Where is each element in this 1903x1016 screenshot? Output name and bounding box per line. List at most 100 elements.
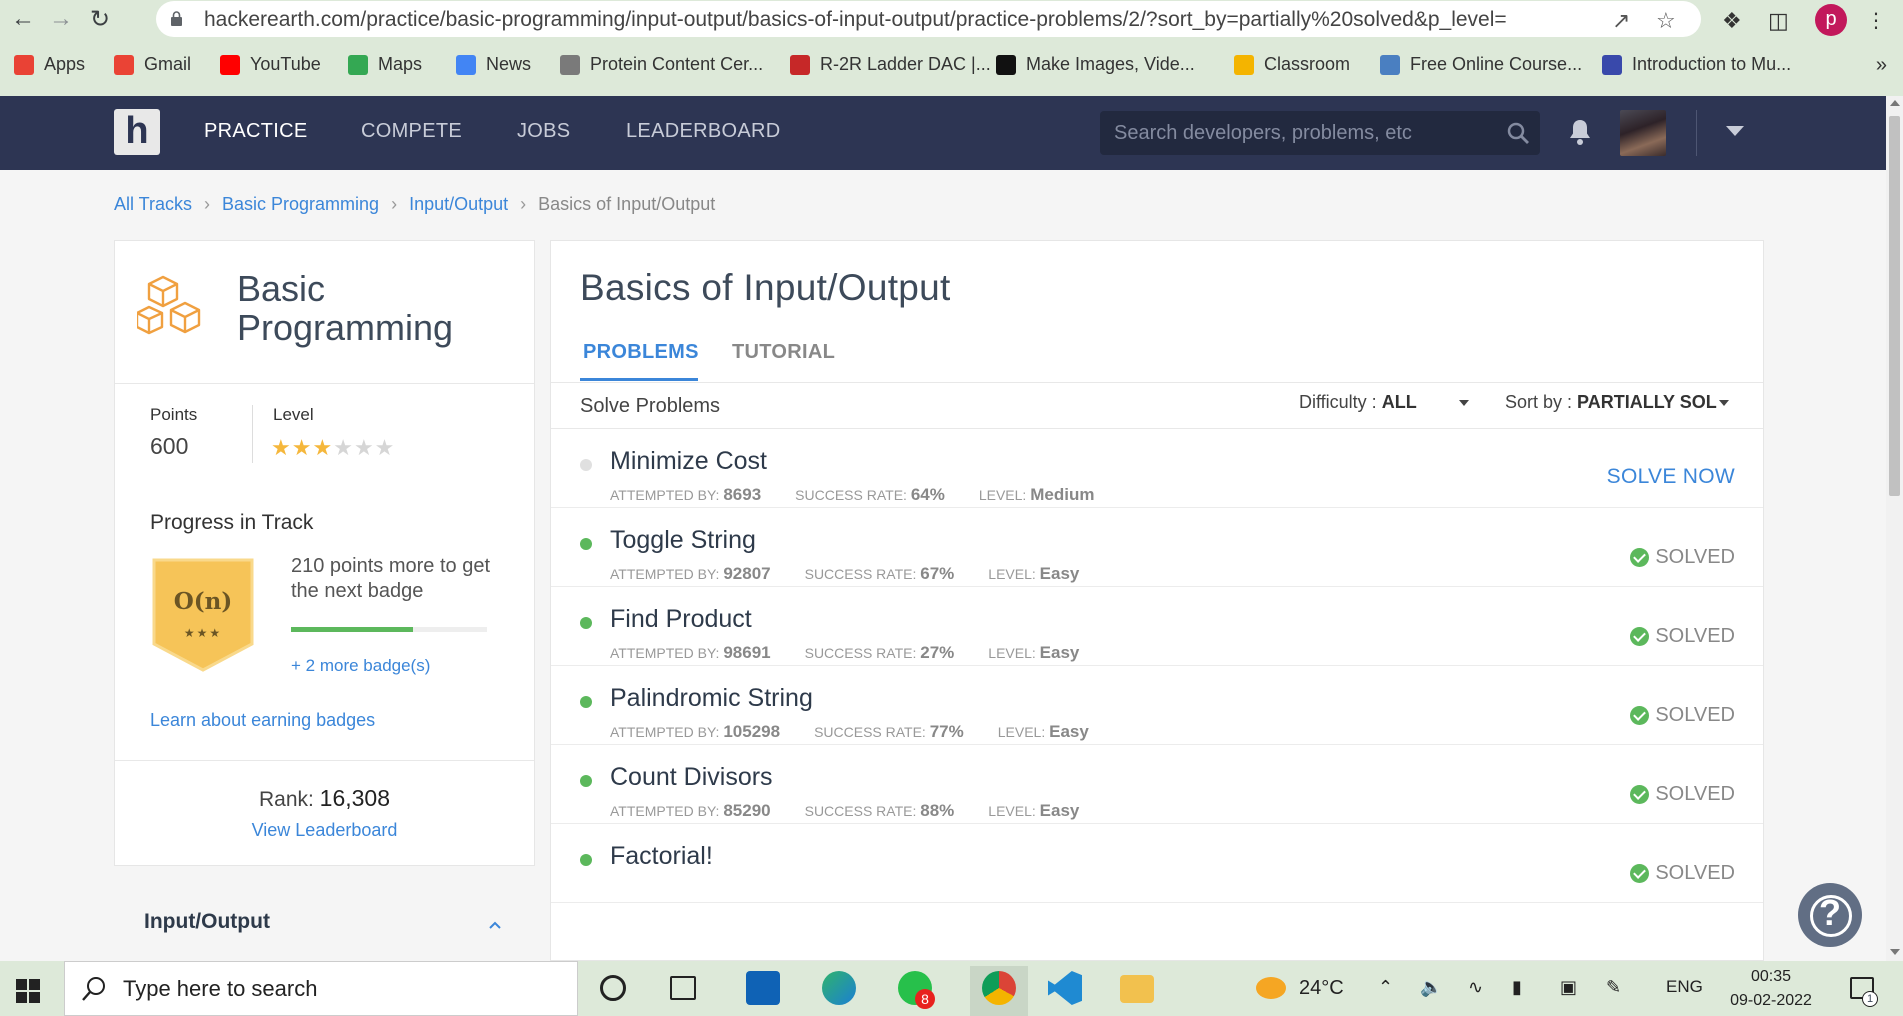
bookmark-label: Classroom xyxy=(1264,54,1351,74)
difficulty-filter[interactable]: Difficulty : ALL xyxy=(1299,392,1469,413)
search-icon[interactable] xyxy=(1506,121,1530,145)
help-button[interactable]: ? xyxy=(1798,883,1862,947)
scroll-up-arrow-icon[interactable] xyxy=(1890,100,1900,106)
nav-compete[interactable]: COMPETE xyxy=(361,120,462,143)
nav-practice[interactable]: PRACTICE xyxy=(204,120,308,143)
pen-icon[interactable]: ✎ xyxy=(1606,977,1621,998)
attempted-value: 8693 xyxy=(723,485,762,504)
sort-value[interactable]: PARTIALLY SOL xyxy=(1577,392,1717,412)
bookmark-item[interactable]: Introduction to Mu... xyxy=(1602,54,1791,75)
chevron-up-icon[interactable] xyxy=(488,918,502,932)
battery-icon[interactable]: ▮ xyxy=(1512,977,1522,998)
chevron-down-icon[interactable] xyxy=(1726,126,1744,136)
tab-tutorial[interactable]: TUTORIAL xyxy=(732,341,835,364)
vscode-icon[interactable] xyxy=(1048,971,1082,1005)
scroll-thumb[interactable] xyxy=(1889,116,1900,496)
bookmark-item[interactable]: Apps xyxy=(14,54,85,75)
difficulty-value[interactable]: ALL xyxy=(1382,392,1417,412)
profile-avatar[interactable]: p xyxy=(1815,4,1847,36)
temperature[interactable]: 24°C xyxy=(1299,977,1344,1000)
site-search[interactable] xyxy=(1100,111,1540,155)
problem-row[interactable]: Toggle String ATTEMPTED BY: 92807 SUCCESS … xyxy=(551,508,1763,587)
problem-row[interactable]: Count Divisors ATTEMPTED BY: 85290 SUCCESS… xyxy=(551,745,1763,824)
solved-label: SOLVED xyxy=(1655,704,1735,726)
bookmark-item[interactable]: Gmail xyxy=(114,54,191,75)
level-value: Easy xyxy=(1039,564,1080,583)
speaker-icon[interactable]: 🔈 xyxy=(1420,977,1442,998)
page-scrollbar[interactable] xyxy=(1886,96,1903,961)
url-bar[interactable]: hackerearth.com/practice/basic-programmi… xyxy=(156,1,1701,37)
meet-now-icon[interactable]: ▣ xyxy=(1560,977,1577,998)
share-icon[interactable]: ↗ xyxy=(1612,8,1630,34)
scroll-down-arrow-icon[interactable] xyxy=(1890,949,1900,955)
section-title[interactable]: Input/Output xyxy=(144,910,270,934)
bookmark-star-icon[interactable]: ☆ xyxy=(1656,8,1676,34)
breadcrumb-basic-programming[interactable]: Basic Programming xyxy=(222,194,379,214)
file-explorer-icon[interactable] xyxy=(1120,975,1154,1003)
reload-icon[interactable]: ↻ xyxy=(85,4,115,34)
news-icon xyxy=(456,54,476,75)
tab-problems[interactable]: PROBLEMS xyxy=(583,341,699,364)
wifi-icon[interactable]: ∿ xyxy=(1468,977,1483,998)
outlook-icon[interactable] xyxy=(746,971,780,1005)
learn-badges-link[interactable]: Learn about earning badges xyxy=(150,710,375,731)
windows-start-icon[interactable] xyxy=(16,979,40,1003)
breadcrumb-input-output[interactable]: Input/Output xyxy=(409,194,508,214)
chevron-down-icon[interactable] xyxy=(1718,400,1729,407)
bookmark-item[interactable]: Free Online Course... xyxy=(1380,54,1582,75)
cubes-icon xyxy=(137,275,201,335)
bookmark-item[interactable]: Make Images, Vide... xyxy=(996,54,1195,75)
bookmark-item[interactable]: Classroom xyxy=(1234,54,1350,75)
problem-row[interactable]: Factorial! SOLVED xyxy=(551,824,1763,903)
problem-name[interactable]: Count Divisors xyxy=(610,763,773,792)
browser-chrome: ← → ↻ hackerearth.com/practice/basic-pro… xyxy=(0,0,1903,96)
more-bookmarks-icon[interactable]: » xyxy=(1876,54,1887,77)
problem-name[interactable]: Minimize Cost xyxy=(610,447,767,476)
chrome-menu-icon[interactable]: ⋮ xyxy=(1866,8,1886,33)
user-avatar[interactable] xyxy=(1620,110,1666,156)
problem-name[interactable]: Toggle String xyxy=(610,526,756,555)
chevron-up-icon[interactable]: ⌃ xyxy=(1378,977,1393,998)
hackerearth-logo[interactable]: h xyxy=(114,109,160,155)
problem-name[interactable]: Find Product xyxy=(610,605,752,634)
url-text[interactable]: hackerearth.com/practice/basic-programmi… xyxy=(204,8,1507,32)
forward-arrow-icon[interactable]: → xyxy=(46,4,76,34)
cortana-icon[interactable] xyxy=(600,975,626,1001)
site-search-input[interactable] xyxy=(1114,111,1494,155)
bookmark-item[interactable]: YouTube xyxy=(220,54,321,75)
bookmark-item[interactable]: News xyxy=(456,54,531,75)
side-panel-icon[interactable]: ◫ xyxy=(1768,8,1789,34)
clock[interactable]: 00:35 09-02-2022 xyxy=(1726,965,1816,1013)
view-leaderboard-link[interactable]: View Leaderboard xyxy=(115,820,534,841)
solve-now-button[interactable]: SOLVE NOW xyxy=(1607,465,1735,489)
chevron-down-icon[interactable] xyxy=(1458,400,1469,407)
back-arrow-icon[interactable]: ← xyxy=(8,4,38,34)
problem-name[interactable]: Factorial! xyxy=(610,842,713,871)
taskbar-search-input[interactable] xyxy=(123,974,543,1004)
quizlet-icon xyxy=(1602,54,1622,75)
problem-row[interactable]: Minimize Cost ATTEMPTED BY: 8693 SUCCESS R… xyxy=(551,429,1763,508)
notification-bell-icon[interactable] xyxy=(1568,118,1592,146)
sort-filter[interactable]: Sort by : PARTIALLY SOL xyxy=(1505,392,1733,413)
task-view-icon[interactable] xyxy=(670,976,696,1000)
problem-row[interactable]: Palindromic String ATTEMPTED BY: 105298 SU… xyxy=(551,666,1763,745)
problem-row[interactable]: Find Product ATTEMPTED BY: 98691 SUCCESS R… xyxy=(551,587,1763,666)
bookmark-label: Apps xyxy=(44,54,86,74)
bookmark-item[interactable]: Protein Content Cer... xyxy=(560,54,763,75)
nav-leaderboard[interactable]: LEADERBOARD xyxy=(626,120,780,143)
taskbar-search[interactable] xyxy=(64,961,578,1016)
bookmark-item[interactable]: Maps xyxy=(348,54,422,75)
level-label: LEVEL: xyxy=(997,724,1046,740)
breadcrumb-all-tracks[interactable]: All Tracks xyxy=(114,194,192,214)
level-stars: ★★★★★★ xyxy=(271,435,395,461)
bookmark-item[interactable]: R-2R Ladder DAC |... xyxy=(790,54,991,75)
bookmark-label: News xyxy=(486,54,532,74)
chrome-icon[interactable] xyxy=(982,971,1016,1005)
extensions-puzzle-icon[interactable]: ❖ xyxy=(1722,8,1742,34)
level-value: Easy xyxy=(1049,722,1089,741)
edge-icon[interactable] xyxy=(822,971,856,1005)
nav-jobs[interactable]: JOBS xyxy=(517,120,570,143)
language-indicator[interactable]: ENG xyxy=(1666,977,1703,997)
more-badges-link[interactable]: + 2 more badge(s) xyxy=(291,656,430,676)
problem-name[interactable]: Palindromic String xyxy=(610,684,813,713)
